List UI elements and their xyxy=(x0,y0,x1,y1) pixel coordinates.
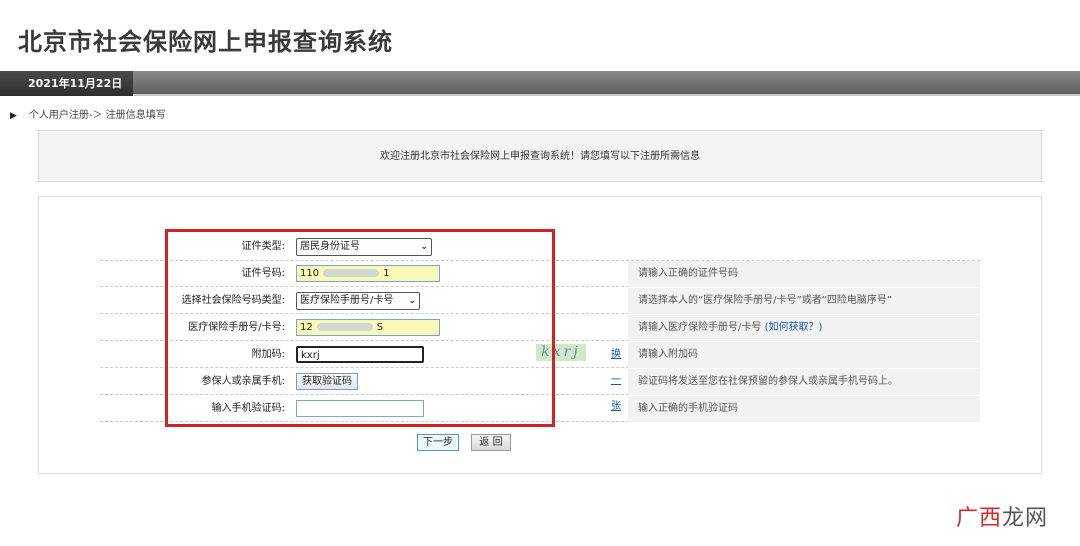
medical-number-hint-text: 请输入医疗保险手册号/卡号 xyxy=(638,322,762,333)
highlight-frame xyxy=(165,229,555,427)
next-button[interactable]: 下一步 xyxy=(417,434,459,451)
id-number-hint: 请输入正确的证件号码 xyxy=(628,261,980,287)
watermark-black: 龙网 xyxy=(1001,506,1048,531)
top-bar: 2021年11月22日 xyxy=(0,71,1080,96)
sms-code-hint: 输入正确的手机验证码 xyxy=(628,396,980,422)
breadcrumb: ▶ 个人用户注册-＞ 注册信息填写 xyxy=(10,106,166,121)
site-title: 北京市社会保险网上申报查询系统 xyxy=(18,28,393,56)
captcha-hint: 请输入附加码 xyxy=(628,342,980,368)
breadcrumb-text: 个人用户注册-＞ 注册信息填写 xyxy=(28,110,166,121)
back-button[interactable]: 返 回 xyxy=(471,434,511,451)
date-tab: 2021年11月22日 xyxy=(0,71,133,96)
triangle-right-icon: ▶ xyxy=(10,111,17,121)
watermark-red: 广西 xyxy=(955,506,1002,531)
how-to-get-link[interactable]: (如何获取？) xyxy=(765,322,823,333)
medical-number-hint: 请输入医疗保险手册号/卡号 (如何获取？) xyxy=(628,315,980,341)
phone-hint: 验证码将发送至您在社保预留的参保人或亲属手机号码上。 xyxy=(628,369,980,395)
welcome-message: 欢迎注册北京市社会保险网上申报查询系统！请您填写以下注册所需信息 xyxy=(38,130,1042,182)
insurance-type-hint: 请选择本人的“医疗保险手册号/卡号”或者“四险电脑序号” xyxy=(628,288,980,314)
watermark: 广西龙网 xyxy=(956,500,1048,532)
